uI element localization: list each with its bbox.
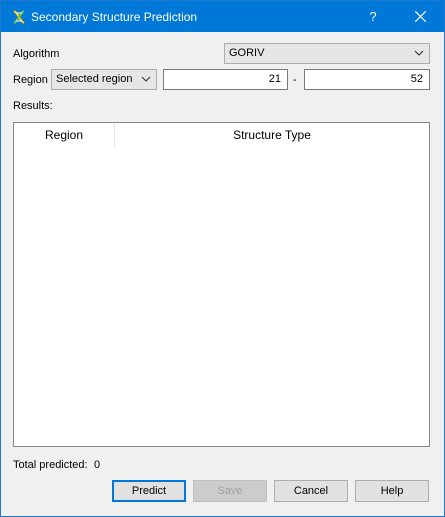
close-button[interactable] xyxy=(398,1,444,32)
region-start-value: 21 xyxy=(268,73,281,85)
close-icon xyxy=(415,11,426,22)
algorithm-select[interactable]: GORIV xyxy=(224,43,430,64)
chevron-down-icon xyxy=(141,76,151,82)
column-header-region[interactable]: Region xyxy=(14,123,115,147)
predict-button[interactable]: Predict xyxy=(112,480,186,502)
region-separator: - xyxy=(293,74,297,86)
total-predicted-label: Total predicted: xyxy=(13,459,88,471)
region-mode-select[interactable]: Selected region xyxy=(51,69,157,90)
results-table[interactable]: Region Structure Type xyxy=(13,122,430,447)
region-end-value: 52 xyxy=(410,73,423,85)
algorithm-label: Algorithm xyxy=(13,48,60,60)
total-predicted-value: 0 xyxy=(94,459,101,471)
region-end-field[interactable]: 52 xyxy=(304,69,430,90)
cancel-button[interactable]: Cancel xyxy=(274,480,348,502)
help-button[interactable]: Help xyxy=(355,480,429,502)
dna-app-icon xyxy=(11,9,27,25)
context-help-button[interactable]: ? xyxy=(354,1,392,32)
region-start-field[interactable]: 21 xyxy=(163,69,288,90)
dialog-window: Secondary Structure Prediction ? Algorit… xyxy=(0,0,445,517)
table-header: Region Structure Type xyxy=(14,123,429,147)
region-mode-value: Selected region xyxy=(56,73,133,85)
results-label: Results: xyxy=(13,100,53,112)
algorithm-value: GORIV xyxy=(229,47,265,59)
title-bar[interactable]: Secondary Structure Prediction ? xyxy=(1,1,444,32)
chevron-down-icon xyxy=(414,50,424,56)
region-label: Region xyxy=(13,74,48,86)
column-header-structure-type[interactable]: Structure Type xyxy=(115,123,429,147)
save-button[interactable]: Save xyxy=(193,480,267,502)
window-title: Secondary Structure Prediction xyxy=(31,10,198,24)
